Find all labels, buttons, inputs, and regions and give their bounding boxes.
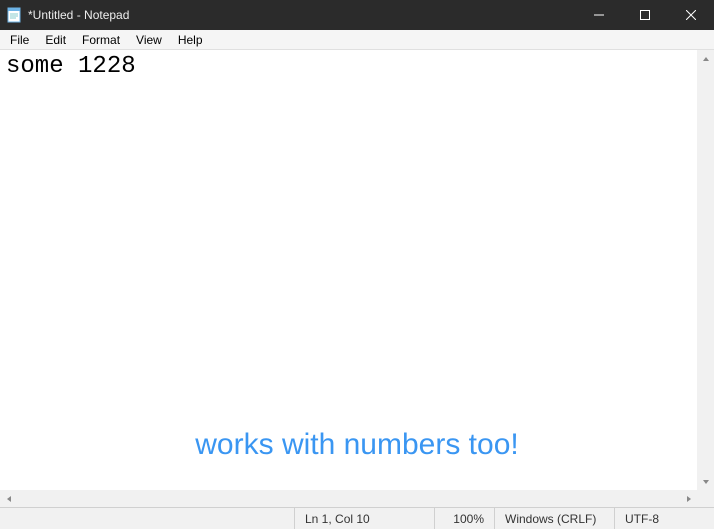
titlebar[interactable]: *Untitled - Notepad bbox=[0, 0, 714, 30]
close-button[interactable] bbox=[668, 0, 714, 30]
status-encoding: UTF-8 bbox=[614, 508, 714, 529]
menu-view[interactable]: View bbox=[128, 32, 170, 48]
menu-edit[interactable]: Edit bbox=[37, 32, 74, 48]
menu-help[interactable]: Help bbox=[170, 32, 211, 48]
maximize-button[interactable] bbox=[622, 0, 668, 30]
minimize-button[interactable] bbox=[576, 0, 622, 30]
notepad-icon bbox=[6, 7, 22, 23]
menubar: File Edit Format View Help bbox=[0, 30, 714, 50]
text-editor[interactable]: some 1228 bbox=[0, 50, 697, 490]
status-line-ending: Windows (CRLF) bbox=[494, 508, 614, 529]
scroll-left-icon[interactable] bbox=[0, 490, 17, 507]
scroll-right-icon[interactable] bbox=[680, 490, 697, 507]
scroll-corner bbox=[697, 490, 714, 507]
status-zoom: 100% bbox=[434, 508, 494, 529]
status-caret-position: Ln 1, Col 10 bbox=[294, 508, 434, 529]
horizontal-scrollbar[interactable] bbox=[0, 490, 697, 507]
window-controls bbox=[576, 0, 714, 30]
window-title: *Untitled - Notepad bbox=[28, 8, 576, 22]
menu-format[interactable]: Format bbox=[74, 32, 128, 48]
scroll-up-icon[interactable] bbox=[697, 50, 714, 67]
editor-area: some 1228 bbox=[0, 50, 714, 507]
menu-file[interactable]: File bbox=[2, 32, 37, 48]
status-spacer bbox=[0, 508, 294, 529]
statusbar: Ln 1, Col 10 100% Windows (CRLF) UTF-8 bbox=[0, 507, 714, 529]
vertical-scrollbar[interactable] bbox=[697, 50, 714, 490]
scroll-down-icon[interactable] bbox=[697, 473, 714, 490]
